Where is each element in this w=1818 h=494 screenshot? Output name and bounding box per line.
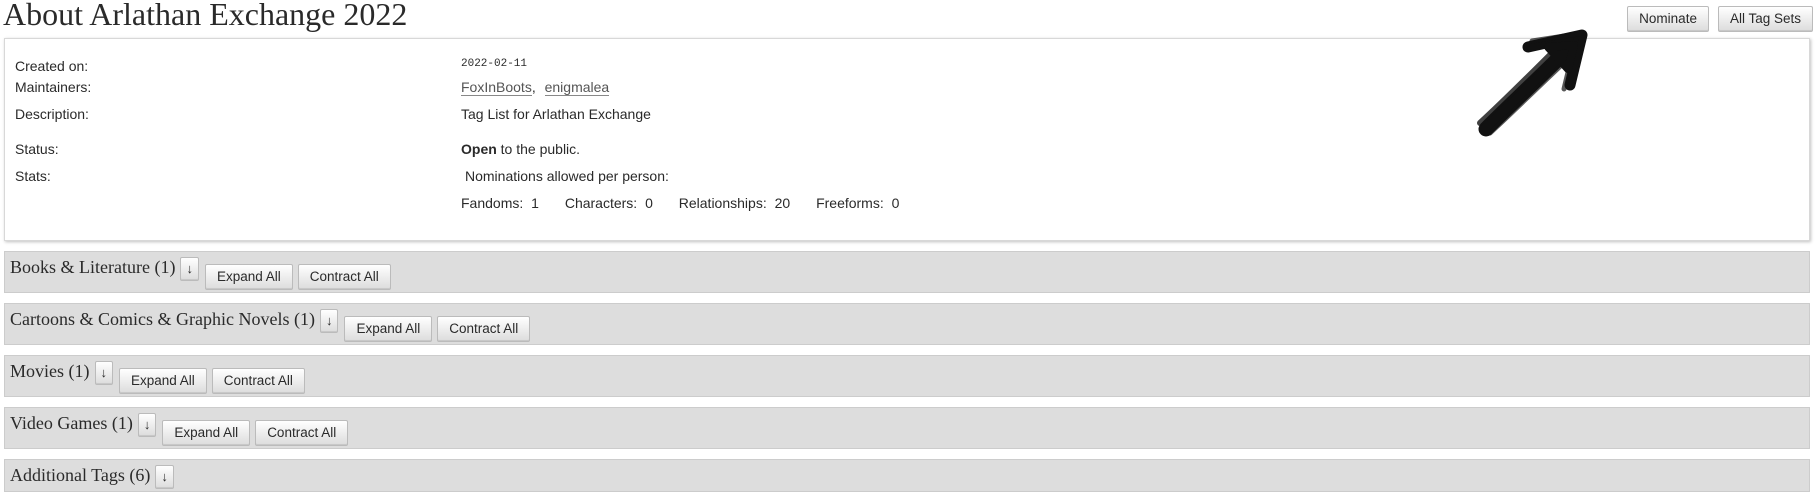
status-value: Open to the public. — [461, 141, 580, 157]
status-rest: to the public. — [500, 141, 581, 157]
toggle-button-down-arrow-icon[interactable]: ↓ — [137, 413, 157, 437]
relationships-label: Relationships: — [678, 195, 767, 211]
toggle-button-down-arrow-icon[interactable]: ↓ — [319, 309, 339, 333]
description-label: Description: — [15, 106, 89, 122]
created-label: Created on: — [15, 58, 89, 74]
contract-all-button[interactable]: Contract All — [297, 264, 391, 290]
contract-all-button[interactable]: Contract All — [211, 368, 305, 394]
category-title: Additional Tags (6) — [10, 465, 151, 485]
relationships-value: 20 — [774, 195, 791, 211]
expand-all-button[interactable]: Expand All — [162, 420, 251, 446]
header-actions: Nominate All Tag Sets — [1627, 6, 1813, 32]
maintainers-label: Maintainers: — [15, 79, 92, 95]
status-label: Status: — [15, 141, 59, 157]
hand-drawn-arrow-icon — [1477, 29, 1588, 137]
category-title: Cartoons & Comics & Graphic Novels (1) — [10, 309, 315, 329]
expand-all-button[interactable]: Expand All — [119, 368, 207, 394]
category-section-additional-tags: Additional Tags (6) ↓ — [4, 459, 1810, 492]
maintainer-link-enigmalea[interactable]: enigmalea — [544, 79, 610, 96]
stats-label: Stats: — [15, 168, 51, 184]
characters-value: 0 — [645, 195, 653, 211]
nominations-allowed: Nominations allowed per person: — [465, 168, 669, 184]
toggle-button-down-arrow-icon[interactable]: ↓ — [155, 465, 174, 489]
contract-all-button[interactable]: Contract All — [437, 316, 531, 342]
maintainers-list: FoxInBoots, enigmalea — [461, 79, 610, 96]
status-word: Open — [461, 141, 497, 157]
contract-all-button[interactable]: Contract All — [255, 420, 349, 446]
category-title: Movies (1) — [10, 361, 90, 381]
category-section-cartoons-comics: Cartoons & Comics & Graphic Novels (1) ↓… — [4, 303, 1810, 345]
category-section-movies: Movies (1) ↓ Expand All Contract All — [4, 355, 1810, 397]
fandoms-value: 1 — [531, 195, 539, 211]
page-title: About Arlathan Exchange 2022 — [3, 0, 408, 32]
description-value: Tag List for Arlathan Exchange — [461, 106, 651, 122]
category-section-books-literature: Books & Literature (1) ↓ Expand All Cont… — [4, 251, 1810, 293]
fandoms-label: Fandoms: — [461, 195, 524, 211]
category-title: Video Games (1) — [10, 413, 133, 433]
expand-all-button[interactable]: Expand All — [204, 264, 293, 290]
created-value: 2022-02-11 — [461, 58, 528, 70]
maintainer-link-foxinboots[interactable]: FoxInBoots — [461, 79, 532, 96]
nominate-button[interactable]: Nominate — [1627, 6, 1709, 32]
stats-row: Fandoms: 1 Characters: 0 Relationships: … — [461, 195, 903, 211]
category-section-video-games: Video Games (1) ↓ Expand All Contract Al… — [4, 407, 1810, 449]
category-title: Books & Literature (1) — [10, 257, 176, 277]
freeforms-label: Freeforms: — [816, 195, 884, 211]
all-tag-sets-button[interactable]: All Tag Sets — [1717, 6, 1813, 32]
expand-all-button[interactable]: Expand All — [344, 316, 433, 342]
characters-label: Characters: — [564, 195, 638, 211]
maintainers-separator: , — [531, 79, 536, 95]
toggle-button-down-arrow-icon[interactable]: ↓ — [180, 257, 199, 281]
toggle-button-down-arrow-icon[interactable]: ↓ — [94, 361, 113, 385]
freeforms-value: 0 — [891, 195, 900, 211]
